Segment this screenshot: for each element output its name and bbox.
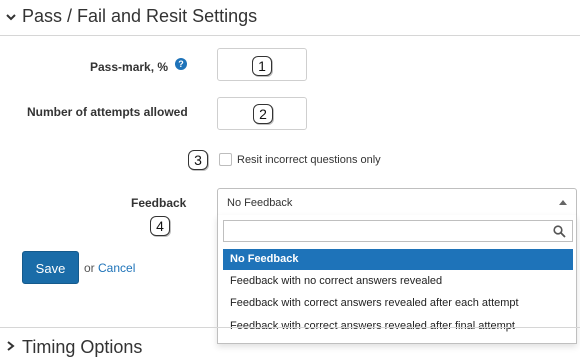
save-button[interactable]: Save	[22, 251, 79, 284]
step-badge-1: 1	[252, 56, 272, 76]
section-title: Pass / Fail and Resit Settings	[22, 6, 258, 26]
pass-mark-label: Pass-mark, %	[90, 60, 169, 74]
feedback-option[interactable]: Feedback with no correct answers reveale…	[223, 271, 573, 292]
timing-options-title[interactable]: Timing Options	[22, 337, 142, 358]
help-icon[interactable]: ?	[175, 58, 187, 70]
cancel-link[interactable]: Cancel	[98, 261, 135, 275]
search-icon	[553, 225, 566, 238]
step-badge-2: 2	[253, 104, 273, 124]
resit-label[interactable]: Resit incorrect questions only	[237, 154, 381, 166]
feedback-search-input[interactable]	[223, 220, 573, 242]
step-badge-4: 4	[150, 216, 170, 236]
step-badge-3: 3	[188, 150, 208, 170]
feedback-option[interactable]: No Feedback	[223, 249, 573, 270]
resit-checkbox[interactable]	[219, 153, 232, 166]
feedback-select[interactable]: No Feedback	[217, 188, 577, 216]
feedback-label: Feedback	[131, 196, 187, 210]
section-header[interactable]: Pass / Fail and Resit Settings	[0, 0, 580, 36]
feedback-option[interactable]: Feedback with correct answers revealed a…	[223, 293, 573, 314]
section-divider	[0, 327, 580, 328]
feedback-dropdown: No Feedback Feedback with no correct ans…	[217, 215, 577, 344]
chevron-down-icon	[6, 14, 16, 21]
attempts-label: Number of attempts allowed	[27, 105, 188, 119]
caret-up-icon	[559, 200, 567, 205]
or-text: or	[84, 261, 95, 275]
feedback-selected-value: No Feedback	[227, 197, 293, 209]
